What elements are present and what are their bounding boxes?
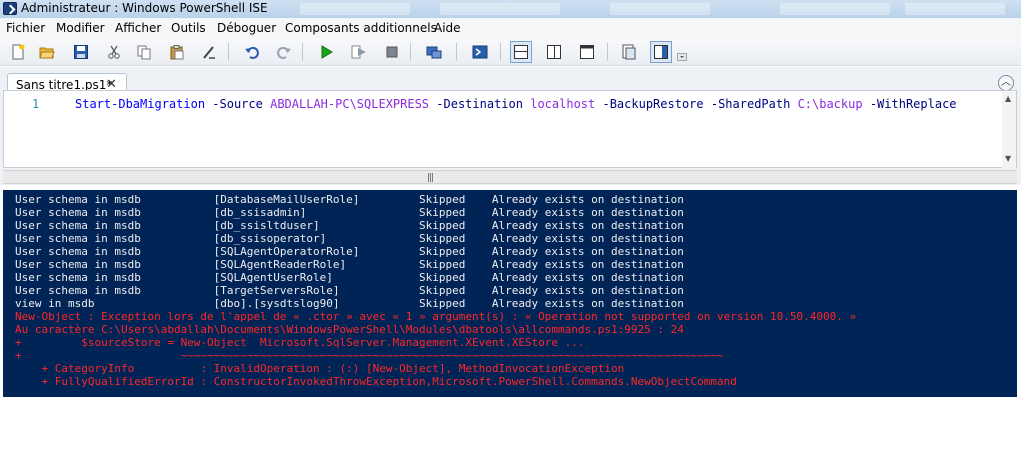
layout-max-icon[interactable] [576, 41, 598, 63]
error-line: + $sourceStore = New-Object Microsoft.Sq… [15, 336, 585, 349]
console-line: User schema in msdb [db_ssisltduser] Ski… [15, 219, 684, 232]
editor-vertical-scrollbar[interactable]: ▲ ▼ [1002, 92, 1016, 168]
menu-composants-additionnels[interactable]: Composants additionnels [285, 21, 437, 35]
background-tab-ghost [440, 3, 560, 15]
error-line: + CategoryInfo : InvalidOperation : (:) … [15, 362, 625, 375]
code-line[interactable]: Start-DbaMigration -Source ABDALLAH-PC\S… [75, 97, 957, 111]
toolbar [0, 38, 1021, 66]
code-param: -WithReplace [869, 97, 957, 111]
save-icon[interactable] [70, 41, 92, 63]
menu-outils[interactable]: Outils [171, 21, 206, 35]
code-value: ABDALLAH-PC\SQLEXPRESS [270, 97, 430, 111]
error-line: Au caractère C:\Users\abdallah\Documents… [15, 323, 684, 336]
redo-icon[interactable] [273, 41, 295, 63]
code-param: -Destination [436, 97, 523, 111]
menu-deboguer[interactable]: Déboguer [217, 21, 276, 35]
code-value: localhost [530, 97, 596, 111]
background-tab-ghost [300, 3, 410, 15]
scroll-up-icon[interactable]: ▲ [1005, 94, 1011, 103]
console-line: User schema in msdb [db_ssisoperator] Sk… [15, 232, 684, 245]
splitter-grip-icon[interactable]: ||| [427, 173, 434, 183]
layout-right-icon[interactable] [543, 41, 565, 63]
toolbar-overflow-icon[interactable] [676, 52, 688, 62]
script-editor[interactable]: 1 Start-DbaMigration -Source ABDALLAH-PC… [3, 90, 1017, 168]
stop-icon[interactable] [381, 41, 403, 63]
background-tab-ghost [780, 3, 890, 15]
snippet-icon[interactable] [618, 41, 640, 63]
toolbar-separator [500, 43, 501, 61]
code-cmdlet: Start-DbaMigration [75, 97, 206, 111]
toolbar-separator [410, 43, 411, 61]
collapse-icon[interactable]: ︿ [998, 75, 1014, 91]
menu-modifier[interactable]: Modifier [56, 21, 105, 35]
console-line: User schema in msdb [TargetServersRole] … [15, 284, 684, 297]
paste-icon[interactable] [166, 41, 188, 63]
code-param: -BackupRestore -SharedPath [602, 97, 791, 111]
run-icon[interactable] [315, 41, 337, 63]
powershell-app-icon [3, 2, 17, 15]
toolbar-separator [228, 43, 229, 61]
layout-top-icon[interactable] [510, 41, 532, 63]
scroll-down-icon[interactable]: ▼ [1005, 154, 1011, 163]
toolbar-separator [302, 43, 303, 61]
copy-icon[interactable] [133, 41, 155, 63]
menu-afficher[interactable]: Afficher [115, 21, 161, 35]
pane-splitter[interactable]: ||| [3, 170, 1017, 184]
background-tab-ghost [905, 3, 1005, 15]
code-value: C:\backup [797, 97, 863, 111]
menu-fichier[interactable]: Fichier [6, 21, 45, 35]
new-icon[interactable] [7, 41, 29, 63]
code-param: -Source [212, 97, 263, 111]
title-bar: Administrateur : Windows PowerShell ISE [0, 0, 1021, 18]
console-line: User schema in msdb [SQLAgentUserRole] S… [15, 271, 684, 284]
console-pane[interactable]: User schema in msdb [DatabaseMailUserRol… [3, 190, 1017, 397]
open-icon[interactable] [36, 41, 58, 63]
powershell-icon[interactable] [469, 41, 491, 63]
error-line: New-Object : Exception lors de l'appel d… [15, 310, 857, 323]
menu-bar: Fichier Modifier Afficher Outils Débogue… [0, 18, 1021, 38]
run-selection-icon[interactable] [348, 41, 370, 63]
console-line: User schema in msdb [SQLAgentOperatorRol… [15, 245, 684, 258]
console-line: User schema in msdb [db_ssisadmin] Skipp… [15, 206, 684, 219]
commands-icon[interactable] [650, 41, 672, 63]
line-number: 1 [32, 97, 40, 111]
undo-icon[interactable] [241, 41, 263, 63]
error-line: + FullyQualifiedErrorId : ConstructorInv… [15, 375, 737, 388]
remote-tab-icon[interactable] [423, 41, 445, 63]
cut-icon[interactable] [103, 41, 125, 63]
console-line: User schema in msdb [SQLAgentReaderRole]… [15, 258, 684, 271]
toolbar-separator [607, 43, 608, 61]
menu-aide[interactable]: Aide [434, 21, 461, 35]
clear-icon[interactable] [198, 41, 220, 63]
console-line: User schema in msdb [DatabaseMailUserRol… [15, 193, 684, 206]
window-title: Administrateur : Windows PowerShell ISE [21, 1, 268, 15]
console-line: view in msdb [dbo].[sysdtslog90] Skipped… [15, 297, 684, 310]
background-tab-ghost [610, 3, 710, 15]
error-line: + ~~~~~~~~~~~~~~~~~~~~~~~~~~~~~~~~~~~~~~… [15, 349, 724, 362]
toolbar-separator [456, 43, 457, 61]
